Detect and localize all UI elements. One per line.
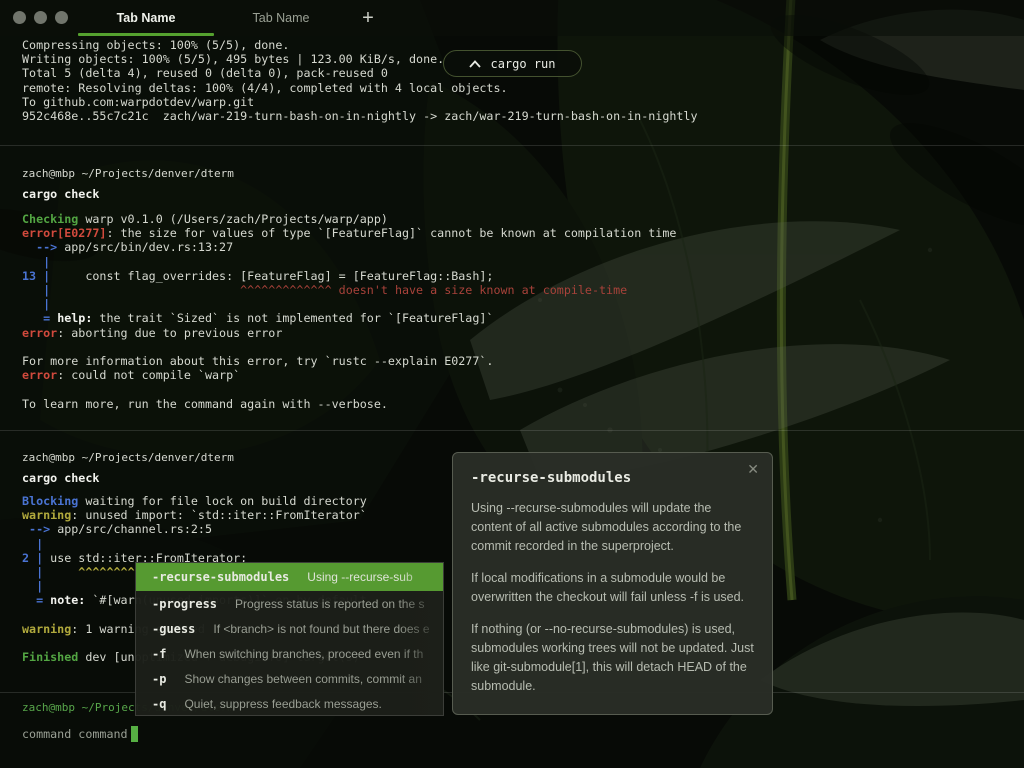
rerun-command-label: cargo run [490,57,555,71]
tab-label: Tab Name [253,11,310,25]
menu-item-f[interactable]: -f When switching branches, proceed even… [136,641,443,666]
command-input[interactable]: command command [22,727,128,742]
flag-description: When switching branches, proceed even if… [184,647,423,661]
autocomplete-menu: -recurse-submodules Using --recurse-sub … [135,562,444,716]
menu-item-p[interactable]: -p Show changes between commits, commit … [136,666,443,691]
doc-paragraph: Using --recurse-submodules will update t… [471,499,754,556]
flag-label: -q [152,697,166,711]
tab-active[interactable]: Tab Name [78,0,214,36]
close-window-button[interactable] [13,11,26,24]
doc-paragraph: If local modifications in a submodule wo… [471,569,754,607]
zoom-window-button[interactable] [55,11,68,24]
flag-label: -f [152,647,166,661]
menu-item-progress[interactable]: -progress Progress status is reported on… [136,591,443,616]
menu-item-recurse-submodules[interactable]: -recurse-submodules Using --recurse-sub [136,563,443,591]
rerun-command-pill[interactable]: cargo run [443,50,582,77]
flag-description: Progress status is reported on the s [235,597,424,611]
titlebar: Tab Name Tab Name + [0,0,1024,36]
minimize-window-button[interactable] [34,11,47,24]
doc-title: -recurse-submodules [471,470,754,486]
doc-paragraph: If nothing (or --no-recurse-submodules) … [471,620,754,696]
flag-label: -p [152,672,166,686]
flag-description: If <branch> is not found but there does … [213,622,429,636]
menu-item-q[interactable]: -q Quiet, suppress feedback messages. [136,691,443,716]
flag-doc-panel: ✕ -recurse-submodules Using --recurse-su… [452,452,773,715]
text-cursor [131,726,138,742]
tab-inactive[interactable]: Tab Name [236,0,326,36]
flag-label: -progress [152,597,217,611]
close-icon[interactable]: ✕ [747,462,759,476]
flag-label: -recurse-submodules [152,570,289,584]
tab-label: Tab Name [117,11,176,25]
chevron-up-icon [469,60,481,68]
new-tab-button[interactable]: + [356,3,380,33]
flag-description: Show changes between commits, commit an [184,672,421,686]
flag-label: -guess [152,622,195,636]
flag-description: Using --recurse-sub [307,570,412,584]
active-tab-indicator [78,33,214,36]
flag-description: Quiet, suppress feedback messages. [184,697,381,711]
menu-item-guess[interactable]: -guess If <branch> is not found but ther… [136,616,443,641]
terminal-window: Compressing objects: 100% (5/5), done.Wr… [0,0,1024,768]
